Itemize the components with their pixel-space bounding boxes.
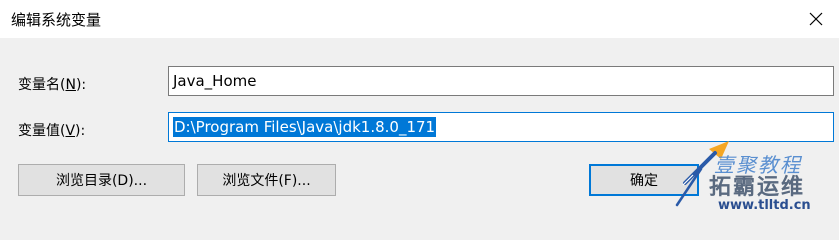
browse-directory-button[interactable]: 浏览目录(D)... <box>18 164 185 196</box>
variable-name-text: Java_Home <box>173 72 257 90</box>
ok-button[interactable]: 确定 <box>589 164 699 196</box>
browse-file-button[interactable]: 浏览文件(F)... <box>197 164 336 196</box>
title-bar: 编辑系统变量 <box>0 0 839 38</box>
dialog-content: 变量名(N): Java_Home 变量值(V): D:\Program Fil… <box>0 38 839 217</box>
dialog-title: 编辑系统变量 <box>11 11 102 29</box>
close-icon <box>809 12 823 26</box>
variable-name-input[interactable]: Java_Home <box>168 66 834 96</box>
variable-value-selected-text: D:\Program Files\Java\jdk1.8.0_171 <box>173 117 437 137</box>
variable-value-input[interactable]: D:\Program Files\Java\jdk1.8.0_171 <box>168 112 834 142</box>
variable-name-label: 变量名(N): <box>18 77 87 93</box>
close-button[interactable] <box>793 0 839 38</box>
variable-value-label: 变量值(V): <box>18 123 86 139</box>
